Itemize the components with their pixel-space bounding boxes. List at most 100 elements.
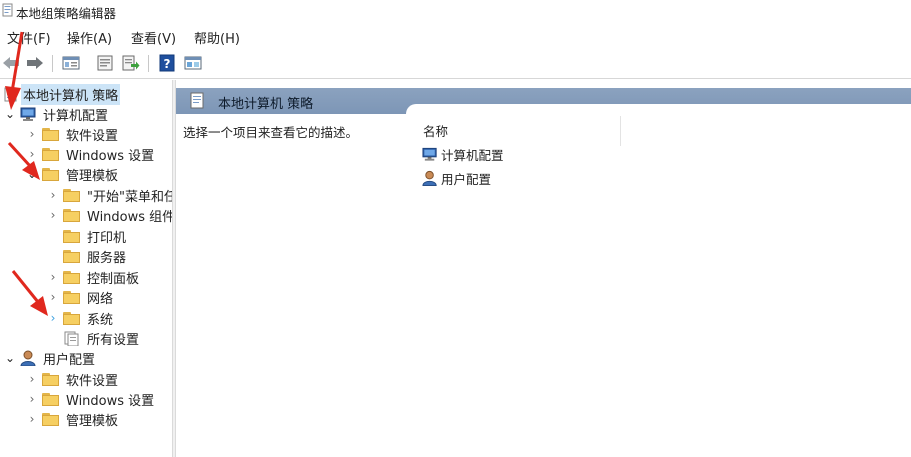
export-list-button[interactable] xyxy=(120,52,142,74)
content-header-title: 本地计算机 策略 xyxy=(218,97,314,112)
tree-item-user-config[interactable]: ⌄ 用户配置 xyxy=(4,348,95,368)
list-item-computer-config[interactable]: 计算机配置 xyxy=(422,144,504,164)
menu-file[interactable]: 文件(F) xyxy=(7,28,51,47)
help-icon: ? xyxy=(159,54,175,72)
list-item-label: 计算机配置 xyxy=(441,147,504,163)
folder-icon xyxy=(63,188,80,202)
tree-label: 服务器 xyxy=(87,250,127,266)
folder-icon xyxy=(63,208,80,222)
folder-icon xyxy=(42,392,59,406)
policy-document-icon xyxy=(4,87,17,101)
toolbar-separator xyxy=(52,55,53,72)
properties-button[interactable] xyxy=(94,52,116,74)
list-item-user-config[interactable]: 用户配置 xyxy=(422,168,491,188)
navigation-tree: 本地计算机 策略 ⌄ 计算机配置 › 软件设置 › Windows 设置 ⌄ 管… xyxy=(0,80,172,457)
tree-item-local-computer-policy[interactable]: 本地计算机 策略 xyxy=(4,83,121,105)
folder-icon xyxy=(42,412,59,426)
chevron-right-icon[interactable]: › xyxy=(26,124,38,144)
tree-label: 用户配置 xyxy=(43,352,96,368)
chevron-right-icon[interactable]: › xyxy=(26,144,38,164)
title-bar: 本地组策略编辑器 xyxy=(0,0,911,23)
tree-item-admin-templates[interactable]: ⌄ 管理模板 xyxy=(26,164,118,184)
tree-label: 控制面板 xyxy=(87,271,140,287)
menu-view[interactable]: 查看(V) xyxy=(131,28,176,47)
folder-icon xyxy=(63,270,80,284)
tree-item-control-panel[interactable]: › 控制面板 xyxy=(47,267,139,287)
tree-label: 本地计算机 策略 xyxy=(21,83,121,105)
folder-icon xyxy=(42,372,59,386)
folder-icon xyxy=(42,127,59,141)
folder-icon xyxy=(63,229,80,243)
menu-bar: 文件(F) 操作(A) 查看(V) 帮助(H) xyxy=(0,24,911,48)
tree-label: 计算机配置 xyxy=(43,108,109,124)
view-button[interactable] xyxy=(182,52,204,74)
policy-document-icon xyxy=(190,92,204,109)
tree-label: 网络 xyxy=(87,291,114,307)
tree-item-system[interactable]: › 系统 xyxy=(47,308,113,328)
show-hide-tree-button[interactable] xyxy=(60,52,82,74)
chevron-right-icon[interactable]: › xyxy=(26,369,38,389)
description-panel: 选择一个项目来查看它的描述。 xyxy=(176,114,406,457)
item-list: 名称 计算机配置 用户配置 xyxy=(406,104,911,457)
tree-item-server[interactable]: 服务器 xyxy=(63,246,126,266)
chevron-right-icon[interactable]: › xyxy=(26,389,38,409)
chevron-right-icon[interactable]: › xyxy=(47,287,59,307)
toolbar-separator xyxy=(148,55,149,72)
tree-item-user-windows-settings[interactable]: › Windows 设置 xyxy=(26,389,155,409)
tree-item-user-admin-templates[interactable]: › 管理模板 xyxy=(26,409,118,429)
tree-item-software-settings[interactable]: › 软件设置 xyxy=(26,124,118,144)
folder-icon xyxy=(63,290,80,304)
forward-icon xyxy=(27,57,43,69)
tree-item-windows-components[interactable]: › Windows 组件 xyxy=(47,205,172,225)
tree-item-user-software-settings[interactable]: › 软件设置 xyxy=(26,369,118,389)
chevron-right-icon[interactable]: › xyxy=(47,185,59,205)
tree-item-network[interactable]: › 网络 xyxy=(47,287,113,307)
chevron-right-icon[interactable]: › xyxy=(26,409,38,429)
window-title: 本地组策略编辑器 xyxy=(16,6,117,21)
computer-icon xyxy=(422,147,437,161)
chevron-right-icon[interactable]: › xyxy=(47,267,59,287)
forward-button[interactable] xyxy=(24,52,46,74)
folder-icon xyxy=(42,147,59,161)
tree-label: 管理模板 xyxy=(66,168,119,184)
svg-text:?: ? xyxy=(164,57,171,71)
policy-editor-icon xyxy=(2,3,13,17)
user-icon xyxy=(20,350,36,366)
tree-label: 管理模板 xyxy=(66,413,119,429)
properties-icon xyxy=(97,55,113,71)
chevron-down-icon[interactable]: ⌄ xyxy=(26,164,38,184)
tree-item-start-menu[interactable]: › "开始"菜单和任务栏 xyxy=(47,185,172,205)
tree-label: 系统 xyxy=(87,312,114,328)
menu-help[interactable]: 帮助(H) xyxy=(194,28,240,47)
chevron-down-icon[interactable]: ⌄ xyxy=(4,104,16,124)
tree-label: "开始"菜单和任务栏 xyxy=(87,189,172,205)
tree-label: Windows 设置 xyxy=(66,148,155,164)
toolbar: ? xyxy=(0,48,911,79)
folder-icon xyxy=(63,249,80,263)
tree-label: 打印机 xyxy=(87,230,127,246)
show-hide-tree-icon xyxy=(62,56,80,70)
tree-label: 软件设置 xyxy=(66,373,119,389)
tree-item-windows-settings[interactable]: › Windows 设置 xyxy=(26,144,155,164)
view-icon xyxy=(184,56,202,70)
chevron-down-icon[interactable]: ⌄ xyxy=(4,348,16,368)
help-button[interactable]: ? xyxy=(156,52,178,74)
tree-item-all-settings[interactable]: 所有设置 xyxy=(63,328,139,348)
back-button[interactable] xyxy=(0,52,22,74)
tree-item-computer-config[interactable]: ⌄ 计算机配置 xyxy=(4,104,108,124)
column-divider[interactable] xyxy=(620,116,621,146)
tree-label: Windows 设置 xyxy=(66,393,155,409)
export-list-icon xyxy=(122,55,140,71)
tree-label: 所有设置 xyxy=(87,332,140,348)
chevron-right-icon[interactable]: › xyxy=(47,308,59,328)
column-header-name[interactable]: 名称 xyxy=(423,121,448,140)
chevron-right-icon[interactable]: › xyxy=(47,205,59,225)
tree-label: 软件设置 xyxy=(66,128,119,144)
folder-icon xyxy=(42,167,59,181)
menu-action[interactable]: 操作(A) xyxy=(67,28,112,47)
computer-icon xyxy=(20,107,36,121)
tree-item-printers[interactable]: 打印机 xyxy=(63,226,126,246)
description-text: 选择一个项目来查看它的描述。 xyxy=(183,125,359,140)
details-pane: 本地计算机 策略 选择一个项目来查看它的描述。 名称 计算机配置 用户配置 xyxy=(176,80,911,457)
list-item-label: 用户配置 xyxy=(441,171,492,187)
